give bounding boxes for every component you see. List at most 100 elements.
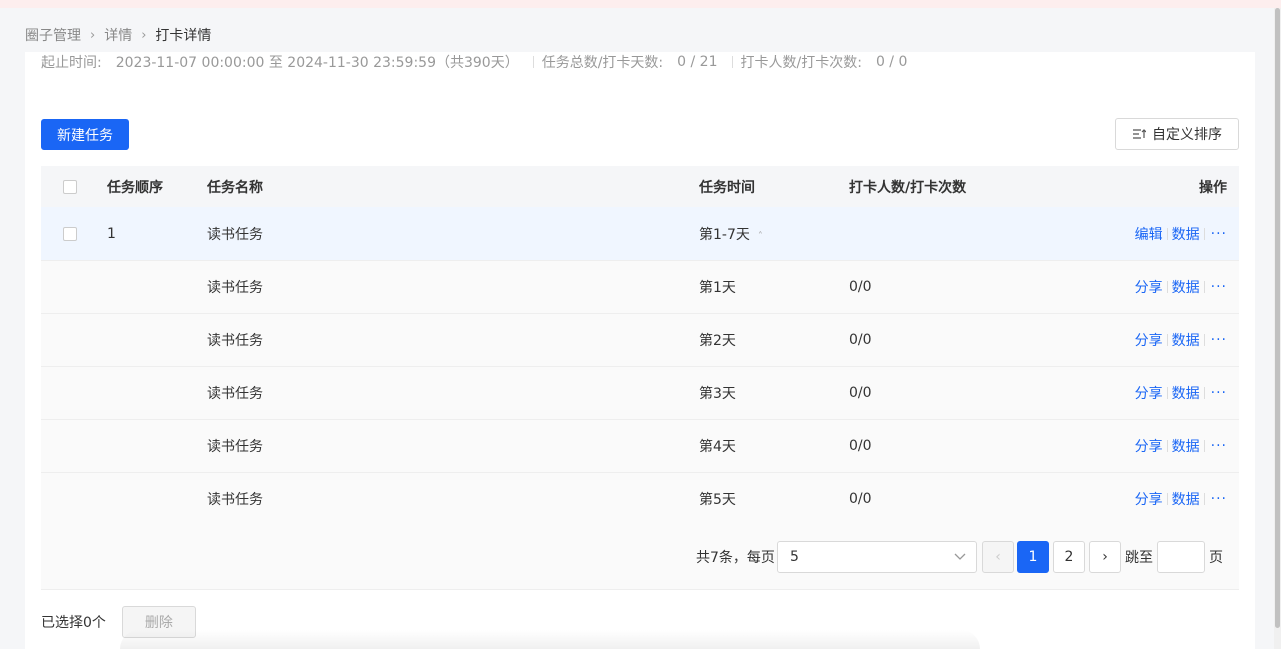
- page-suffix: 页: [1209, 550, 1223, 566]
- task-time: 第2天: [699, 333, 736, 349]
- pagination-total: 共7条，每页: [696, 550, 775, 566]
- divider: [1203, 493, 1205, 505]
- task-order: 1: [107, 225, 116, 242]
- data-link[interactable]: 数据: [1172, 224, 1200, 244]
- more-icon[interactable]: ···: [1211, 226, 1227, 242]
- task-time: 第5天: [699, 492, 736, 508]
- table-row: 读书任务 第4天 0/0 分享 数据 ···: [41, 420, 1239, 473]
- chevron-right-icon: ›: [90, 27, 96, 43]
- task-count: 0/0: [849, 279, 872, 295]
- divider: [1166, 281, 1168, 293]
- data-link[interactable]: 数据: [1172, 383, 1200, 403]
- table-row: 读书任务 第5天 0/0 分享 数据 ···: [41, 473, 1239, 526]
- data-link[interactable]: 数据: [1172, 330, 1200, 350]
- period-value: 2023-11-07 00:00:00 至 2024-11-30 23:59:5…: [115, 55, 519, 71]
- pagination: 共7条，每页 5 ‹ 1 2 › 跳至 页: [41, 524, 1239, 590]
- divider: [1166, 493, 1168, 505]
- sort-icon: [1132, 128, 1146, 140]
- task-count: 0/0: [849, 332, 872, 348]
- task-table: 任务顺序 任务名称 任务时间 打卡人数/打卡次数 操作 1 读书任务 第1-7天…: [41, 166, 1239, 526]
- chevron-up-icon[interactable]: ˄: [758, 231, 763, 242]
- row-actions: 分享 数据 ···: [1135, 330, 1227, 350]
- share-link[interactable]: 分享: [1135, 330, 1163, 350]
- column-header-count: 打卡人数/打卡次数: [849, 179, 967, 196]
- more-icon[interactable]: ···: [1211, 491, 1227, 507]
- divider: [1203, 387, 1205, 399]
- task-name: 读书任务: [207, 226, 263, 243]
- table-row: 读书任务 第2天 0/0 分享 数据 ···: [41, 314, 1239, 367]
- custom-sort-button[interactable]: 自定义排序: [1115, 118, 1239, 150]
- new-task-button[interactable]: 新建任务: [41, 119, 129, 150]
- row-actions: 分享 数据 ···: [1135, 489, 1227, 509]
- edit-link[interactable]: 编辑: [1135, 224, 1163, 244]
- task-count: 0/0: [849, 491, 872, 507]
- column-header-name: 任务名称: [207, 179, 263, 196]
- row-actions: 分享 数据 ···: [1135, 383, 1227, 403]
- divider: [1203, 281, 1205, 293]
- next-page-button[interactable]: ›: [1089, 541, 1121, 573]
- column-header-actions: 操作: [1199, 179, 1227, 196]
- chevron-down-icon: [954, 549, 966, 565]
- column-header-time: 任务时间: [699, 179, 755, 196]
- more-icon[interactable]: ···: [1211, 438, 1227, 454]
- task-name: 读书任务: [207, 333, 263, 349]
- task-count: 0/0: [849, 438, 872, 454]
- selected-count: 已选择0个: [41, 615, 106, 631]
- task-time-text: 第1-7天: [699, 226, 750, 243]
- table-row: 1 读书任务 第1-7天 ˄ 编辑 数据 ···: [41, 207, 1239, 261]
- page-scrollbar[interactable]: [1274, 8, 1281, 649]
- page-button-1[interactable]: 1: [1017, 541, 1049, 573]
- row-actions: 分享 数据 ···: [1135, 277, 1227, 297]
- share-link[interactable]: 分享: [1135, 383, 1163, 403]
- share-link[interactable]: 分享: [1135, 489, 1163, 509]
- task-name: 读书任务: [207, 439, 263, 455]
- prev-page-button[interactable]: ‹: [982, 541, 1014, 573]
- row-actions: 编辑 数据 ···: [1135, 224, 1227, 244]
- select-all-checkbox[interactable]: [63, 179, 77, 194]
- custom-sort-label: 自定义排序: [1152, 127, 1222, 143]
- checkins-label: 打卡人数/打卡次数:: [740, 55, 862, 71]
- jump-page-input[interactable]: [1157, 541, 1205, 573]
- more-icon[interactable]: ···: [1211, 279, 1227, 295]
- page-size-select[interactable]: 5: [777, 541, 977, 573]
- divider: [1166, 334, 1168, 346]
- period-label: 起止时间:: [41, 55, 102, 71]
- task-time: 第3天: [699, 386, 736, 402]
- divider: [1166, 387, 1168, 399]
- task-name: 读书任务: [207, 280, 263, 296]
- more-icon[interactable]: ···: [1211, 332, 1227, 348]
- divider: [731, 56, 733, 68]
- row-checkbox[interactable]: [63, 226, 77, 241]
- divider: [1203, 227, 1205, 240]
- divider: [1203, 334, 1205, 346]
- task-count: 0/0: [849, 385, 872, 401]
- tasks-label: 任务总数/打卡天数:: [541, 55, 664, 71]
- data-link[interactable]: 数据: [1172, 277, 1200, 297]
- table-row: 读书任务 第3天 0/0 分享 数据 ···: [41, 367, 1239, 420]
- scrollbar-thumb[interactable]: [1275, 8, 1280, 628]
- task-time: 第1-7天 ˄: [699, 224, 763, 244]
- jump-label: 跳至: [1125, 550, 1153, 566]
- breadcrumb-item-details[interactable]: 详情: [104, 25, 132, 45]
- divider: [1166, 440, 1168, 452]
- page-size-value: 5: [790, 549, 799, 565]
- breadcrumb-item-circle-management[interactable]: 圈子管理: [25, 25, 81, 45]
- data-link[interactable]: 数据: [1172, 489, 1200, 509]
- page-button-2[interactable]: 2: [1053, 541, 1085, 573]
- share-link[interactable]: 分享: [1135, 277, 1163, 297]
- divider: [1166, 227, 1168, 240]
- checkins-value: 0 / 0: [875, 54, 908, 70]
- breadcrumb-item-checkin-details: 打卡详情: [155, 28, 212, 44]
- chevron-right-icon: ›: [1102, 549, 1108, 565]
- top-banner: [0, 0, 1281, 8]
- share-link[interactable]: 分享: [1135, 436, 1163, 456]
- row-actions: 分享 数据 ···: [1135, 436, 1227, 456]
- data-link[interactable]: 数据: [1172, 436, 1200, 456]
- summary-info: 起止时间: 2023-11-07 00:00:00 至 2024-11-30 2…: [41, 52, 907, 72]
- divider: [1203, 440, 1205, 452]
- table-row: 读书任务 第1天 0/0 分享 数据 ···: [41, 261, 1239, 314]
- content-card: 起止时间: 2023-11-07 00:00:00 至 2024-11-30 2…: [25, 52, 1255, 649]
- more-icon[interactable]: ···: [1211, 385, 1227, 401]
- column-header-order: 任务顺序: [107, 179, 163, 196]
- table-header: 任务顺序 任务名称 任务时间 打卡人数/打卡次数 操作: [41, 166, 1239, 207]
